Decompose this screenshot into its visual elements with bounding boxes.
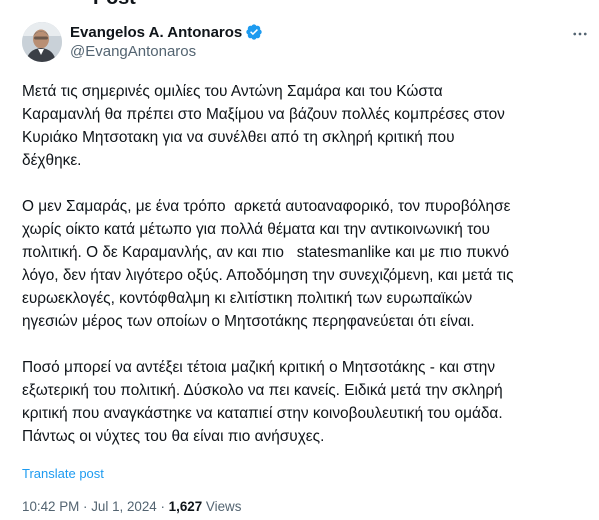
tweet-line: Μετά τις σημερινές ομιλίες του Αντώνη Σα… [22, 83, 443, 100]
more-options-button[interactable] [570, 24, 590, 44]
tweet-line: Ποσό μπορεί να αντέξει τέτοια μαζική κρι… [22, 359, 496, 376]
tweet-paragraph: Μετά τις σημερινές ομιλίες του Αντώνη Σα… [22, 80, 582, 172]
meta-separator: · [156, 499, 169, 514]
more-horizontal-icon [573, 32, 587, 36]
translate-post-link[interactable]: Translate post [22, 466, 104, 481]
author-handle[interactable]: @EvangAntonaros [70, 43, 196, 60]
tweet-line: ευρωεκλογές, κοντόφθαλμη κι ελιτίστικη π… [22, 290, 473, 307]
tweet-time[interactable]: 10:42 PM [22, 499, 79, 514]
tweet-line: Κυριάκο Μητσοτακη για να συνέλθει από τη… [22, 129, 455, 146]
avatar[interactable] [22, 22, 62, 62]
tweet-date[interactable]: Jul 1, 2024 [91, 499, 157, 514]
meta-separator: · [79, 499, 92, 514]
page-title: Post [93, 0, 136, 10]
tweet-line: πολιτική. Ο δε Καραμανλής, αν και πιο st… [22, 244, 510, 261]
avatar-image [22, 22, 62, 62]
author-name-row: Evangelos A. Antonaros [70, 23, 263, 41]
tweet-paragraph: Ο μεν Σαμαράς, με ένα τρόπο αρκετά αυτοα… [22, 195, 582, 333]
tweet-line: Ο μεν Σαμαράς, με ένα τρόπο αρκετά αυτοα… [22, 198, 511, 215]
author-name[interactable]: Evangelos A. Antonaros [70, 24, 242, 41]
tweet-header: Evangelos A. Antonaros @EvangAntonaros [22, 22, 592, 66]
tweet-line: λόγο, δεν ήταν λιγότερο οξύς. Αποδόμηση … [22, 267, 514, 284]
tweet-text: Μετά τις σημερινές ομιλίες του Αντώνη Σα… [22, 80, 582, 471]
tweet-line: εξωτερική του πολιτική. Δύσκολο να πει κ… [22, 382, 503, 399]
tweet-paragraph: Ποσό μπορεί να αντέξει τέτοια μαζική κρι… [22, 356, 582, 448]
verified-badge-icon[interactable] [245, 23, 263, 41]
tweet-line: Καραμανλή θα πρέπει στο Μαξίμου να βάζου… [22, 106, 505, 123]
tweet-line: δέχθηκε. [22, 152, 82, 169]
tweet-meta: 10:42 PM · Jul 1, 2024 · 1,627 Views [22, 499, 241, 514]
tweet-line: Πάντως οι νύχτες του θα είναι πιο ανήσυχ… [22, 428, 325, 445]
views-label: Views [205, 499, 242, 514]
tweet-line: ηγεσιών μέρος των οποίων ο Μητσοτάκης πε… [22, 313, 475, 330]
tweet-line: χωρίς οίκτο κατά μέτωπο για πολλά θέματα… [22, 221, 490, 238]
tweet-line: κριτική που αναγκάστηκε να καταπιεί στην… [22, 405, 503, 422]
views-count: 1,627 [168, 499, 203, 514]
